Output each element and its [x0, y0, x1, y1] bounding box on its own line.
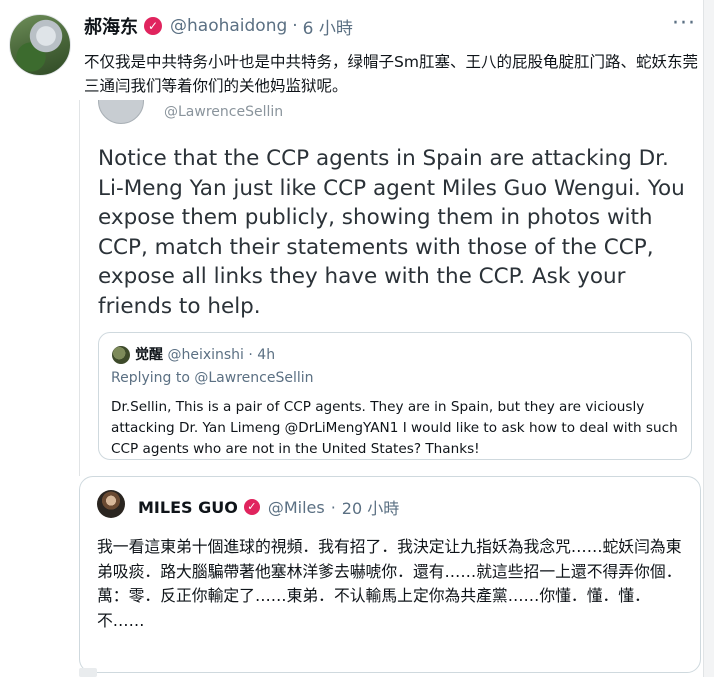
- quote-tweet-text: 我一看這東弟十個進球的視頻．我有招了．我決定让九指妖為我念咒……蛇妖闫為東弟吸痰…: [97, 537, 682, 630]
- quoted-screenshot: @LawrenceSellin Notice that the CCP agen…: [79, 100, 708, 476]
- tweet-text: 不仅我是中共特务小叶也是中共特务，绿帽子Sm肛塞、王八的屁股龟腚肛门路、蛇妖东莞…: [84, 53, 698, 95]
- media-stub: [79, 668, 97, 677]
- inner-quoted-tweet: 觉醒 @heixinshi · 4h Replying to @Lawrence…: [98, 332, 692, 460]
- quote-author-avatar[interactable]: [97, 490, 125, 518]
- tweet-page: 郝海东 ✓ @haohaidong · 6 小時 ··· 不仅我是中共特务小叶也…: [0, 0, 714, 677]
- inner-separator-dot: ·: [248, 347, 253, 363]
- tweet-header: 郝海东 ✓ @haohaidong · 6 小時: [84, 13, 353, 39]
- quote-verified-badge-icon: ✓: [243, 499, 260, 515]
- quote-author-handle[interactable]: @Miles: [268, 498, 325, 517]
- replying-to-label: Replying to @LawrenceSellin: [111, 370, 314, 386]
- quote-tweet-card[interactable]: MILES GUO ✓ @Miles · 20 小時 我一看這東弟十個進球的視頻…: [79, 476, 701, 673]
- author-display-name[interactable]: 郝海东: [84, 13, 138, 39]
- quote-author-name[interactable]: MILES GUO: [138, 498, 238, 517]
- author-handle[interactable]: @haohaidong: [170, 16, 287, 36]
- inner-author-handle: @heixinshi: [167, 347, 244, 363]
- author-avatar[interactable]: [9, 14, 71, 76]
- quote-separator-dot: ·: [330, 497, 336, 517]
- inner-author-avatar: [112, 346, 130, 364]
- quoted-author-avatar: [98, 100, 144, 124]
- quoted-tweet-body: Notice that the CCP agents in Spain are …: [98, 146, 685, 319]
- inner-tweet-text: Dr.Sellin, This is a pair of CCP agents.…: [111, 399, 678, 457]
- inner-tweet-header: 觉醒 @heixinshi · 4h: [135, 344, 275, 364]
- separator-dot: ·: [292, 16, 298, 36]
- inner-author-name: 觉醒: [135, 347, 163, 363]
- quoted-author-handle: @LawrenceSellin: [164, 104, 284, 120]
- quote-tweet-time[interactable]: 20 小時: [342, 495, 399, 519]
- tweet-timestamp[interactable]: 6 小時: [303, 14, 353, 39]
- inner-tweet-time: 4h: [257, 347, 276, 363]
- more-options-icon[interactable]: ···: [672, 13, 696, 35]
- verified-badge-icon: ✓: [144, 17, 162, 35]
- quote-tweet-header: MILES GUO ✓ @Miles · 20 小時: [138, 495, 399, 519]
- scrollbar-track[interactable]: [703, 0, 714, 677]
